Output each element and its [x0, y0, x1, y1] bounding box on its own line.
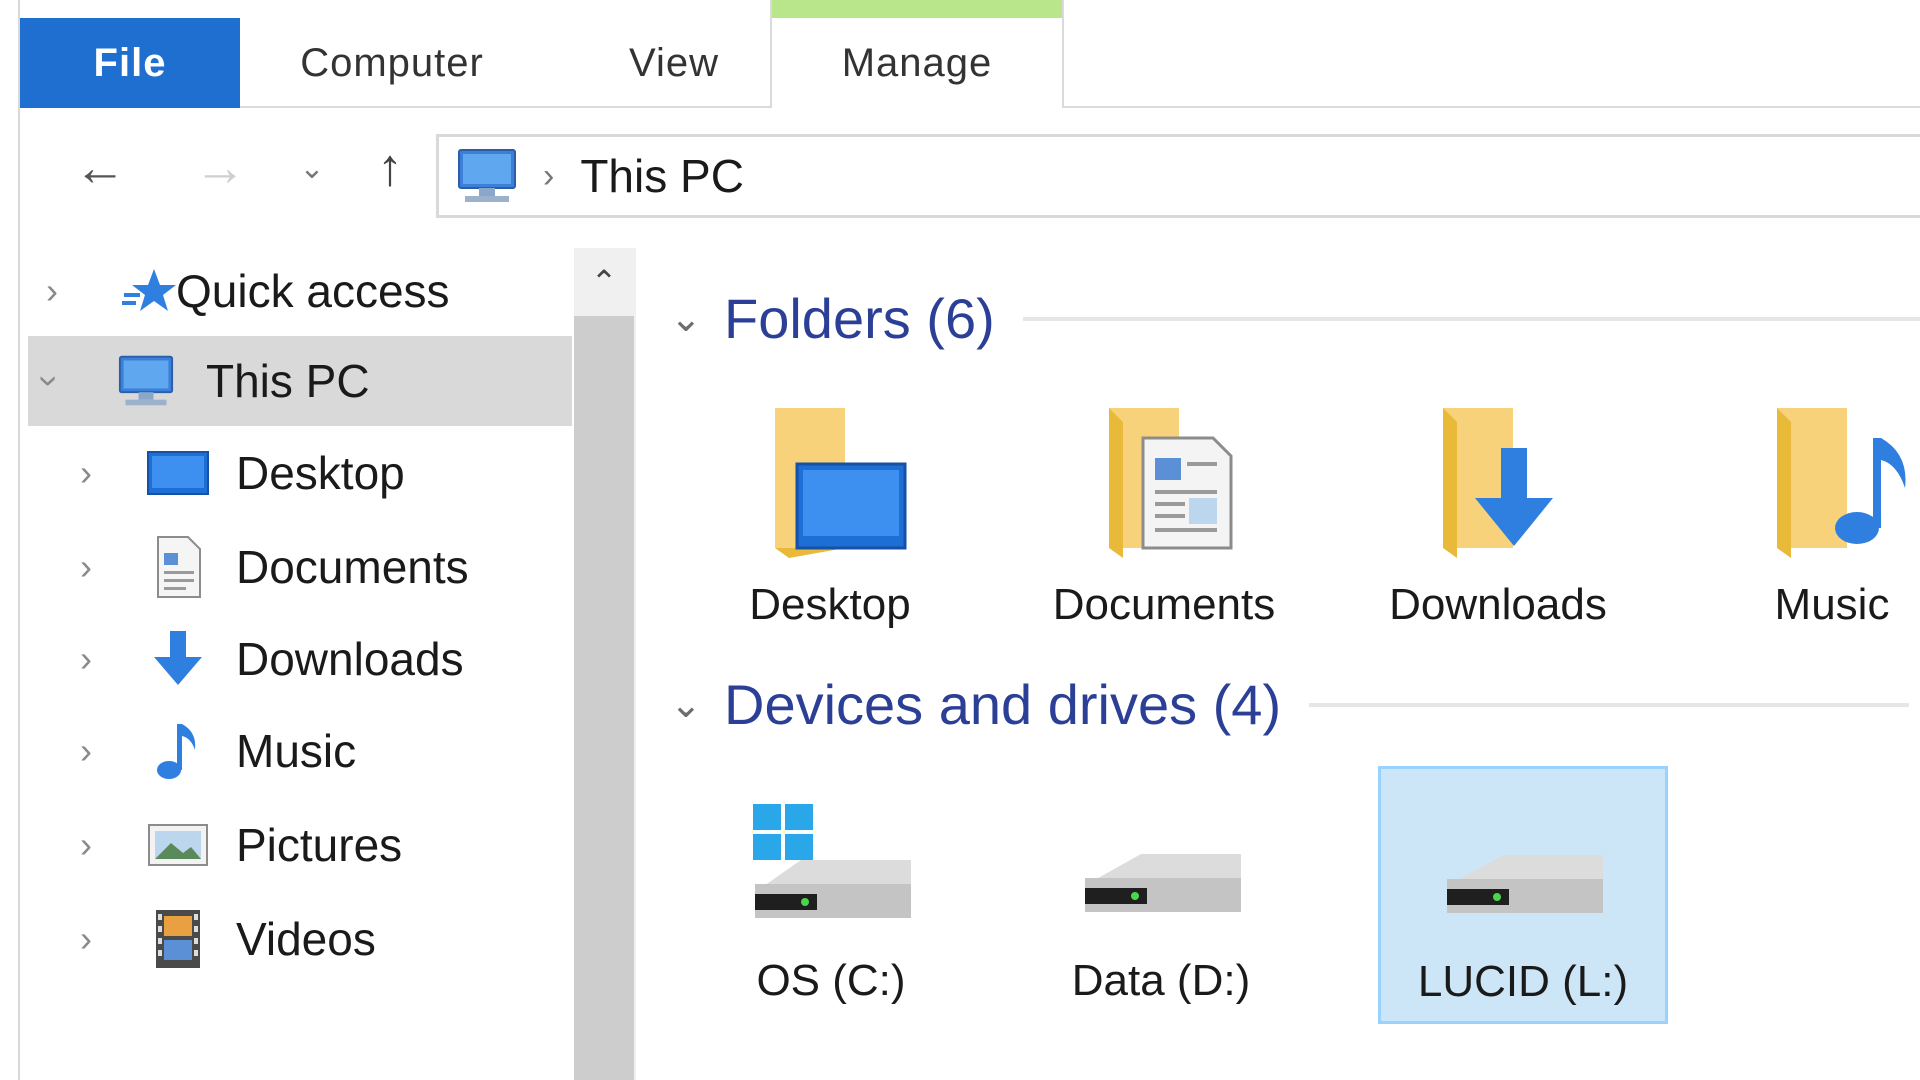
navigation-pane-scrollbar[interactable]: ⌃	[574, 248, 634, 1080]
chevron-down-icon[interactable]: ⌄	[670, 296, 724, 341]
back-button[interactable]: ←	[60, 138, 140, 198]
sidebar-item-label: This PC	[206, 355, 370, 407]
chevron-right-icon[interactable]: ›	[46, 270, 58, 312]
sidebar-item-label: Pictures	[236, 819, 403, 871]
tile-label: OS (C:)	[756, 956, 906, 1005]
group-divider-line	[1022, 316, 1920, 321]
folder-tile-documents[interactable]: Documents	[1014, 398, 1314, 630]
chevron-down-icon: ⌄	[299, 151, 325, 185]
sidebar-item-quick-access[interactable]: › Quick access	[28, 246, 572, 336]
sidebar-item-videos[interactable]: › Videos	[28, 894, 572, 984]
windows-drive-icon	[753, 804, 911, 918]
chevron-right-icon[interactable]: ›	[80, 546, 92, 588]
manage-tab-accent	[772, 0, 1062, 18]
scroll-up-button[interactable]: ⌃	[574, 248, 634, 316]
sidebar-item-label: Downloads	[236, 633, 464, 685]
chevron-up-icon: ⌃	[590, 264, 618, 300]
tile-label: Desktop	[749, 580, 911, 629]
tile-label: Documents	[1052, 580, 1276, 629]
tab-manage-label: Manage	[841, 40, 993, 85]
navigation-pane: › Quick access › This PC › Desktop › Doc…	[20, 240, 572, 1080]
sidebar-item-label: Desktop	[236, 447, 405, 499]
pictures-icon	[146, 813, 210, 877]
tile-label: Music	[1774, 580, 1890, 629]
arrow-left-icon: ←	[74, 139, 126, 197]
folder-tile-downloads[interactable]: Downloads	[1348, 398, 1648, 630]
drive-tile-data-d[interactable]: Data (D:)	[1016, 768, 1306, 1026]
tile-label: LUCID (L:)	[1417, 957, 1629, 1006]
tab-file[interactable]: File	[20, 18, 240, 108]
download-arrow-icon	[146, 627, 210, 691]
hard-drive-icon	[1085, 854, 1241, 912]
videos-icon	[146, 907, 210, 971]
folders-group-header[interactable]: ⌄ Folders (6)	[670, 286, 1920, 351]
sidebar-item-music[interactable]: › Music	[28, 706, 572, 796]
breadcrumb-separator-icon: ›	[543, 156, 555, 195]
computer-icon	[458, 149, 516, 202]
chevron-right-icon[interactable]: ›	[80, 452, 92, 494]
folders-group-title: Folders (6)	[724, 287, 995, 350]
sidebar-item-label: Quick access	[176, 265, 450, 317]
sidebar-item-documents[interactable]: › Documents	[28, 522, 572, 612]
arrow-up-icon: ↑	[377, 139, 403, 197]
breadcrumb-this-pc[interactable]: This PC	[580, 149, 744, 203]
sidebar-item-this-pc[interactable]: › This PC	[28, 336, 572, 426]
chevron-right-icon[interactable]: ›	[80, 824, 92, 866]
chevron-right-icon[interactable]: ›	[80, 730, 92, 772]
drive-tile-lucid-l[interactable]: LUCID (L:)	[1378, 766, 1668, 1024]
window-left-border	[0, 0, 20, 1080]
sidebar-item-label: Videos	[236, 913, 376, 965]
group-divider-line	[1309, 702, 1910, 707]
arrow-right-icon: →	[194, 139, 246, 197]
downloads-folder-icon	[1443, 408, 1553, 558]
navigation-bar: ← → ⌄ ↑ › This PC	[20, 108, 1920, 240]
up-button[interactable]: ↑	[350, 138, 430, 198]
sidebar-item-desktop[interactable]: › Desktop	[28, 428, 572, 518]
address-bar[interactable]: › This PC	[436, 134, 1920, 218]
folder-tile-desktop[interactable]: Desktop	[680, 398, 980, 630]
chevron-right-icon[interactable]: ›	[80, 638, 92, 680]
forward-button[interactable]: →	[180, 138, 260, 198]
drives-group-title: Devices and drives (4)	[724, 673, 1282, 736]
chevron-down-icon[interactable]: ›	[29, 375, 71, 387]
computer-icon	[114, 349, 178, 413]
sidebar-item-label: Documents	[236, 541, 469, 593]
sidebar-item-downloads[interactable]: › Downloads	[28, 614, 572, 704]
pane-divider	[634, 248, 636, 1080]
desktop-icon	[146, 441, 210, 505]
folder-tile-music[interactable]: Music	[1682, 398, 1920, 630]
music-note-icon	[146, 719, 210, 783]
music-folder-icon	[1777, 408, 1906, 558]
tile-label: Data (D:)	[1071, 956, 1251, 1005]
desktop-folder-icon	[775, 408, 907, 558]
hard-drive-icon	[1447, 855, 1603, 913]
chevron-down-icon[interactable]: ⌄	[670, 682, 724, 727]
chevron-right-icon[interactable]: ›	[80, 918, 92, 960]
documents-icon	[146, 535, 210, 599]
tile-label: Downloads	[1389, 580, 1607, 629]
sidebar-item-label: Music	[236, 725, 357, 777]
content-pane: ⌄ Folders (6) Desktop Documents Download…	[660, 240, 1920, 1080]
documents-folder-icon	[1109, 408, 1233, 558]
tab-computer[interactable]: Computer	[282, 18, 502, 108]
tab-view[interactable]: View	[594, 18, 754, 108]
tab-manage[interactable]: Manage	[770, 0, 1064, 108]
ribbon: File Computer View Manage	[20, 0, 1920, 108]
star-icon	[116, 259, 180, 323]
drives-group-header[interactable]: ⌄ Devices and drives (4)	[670, 672, 1910, 737]
drive-tile-os-c[interactable]: OS (C:)	[686, 768, 976, 1026]
recent-locations-button[interactable]: ⌄	[282, 138, 342, 198]
sidebar-item-pictures[interactable]: › Pictures	[28, 800, 572, 890]
